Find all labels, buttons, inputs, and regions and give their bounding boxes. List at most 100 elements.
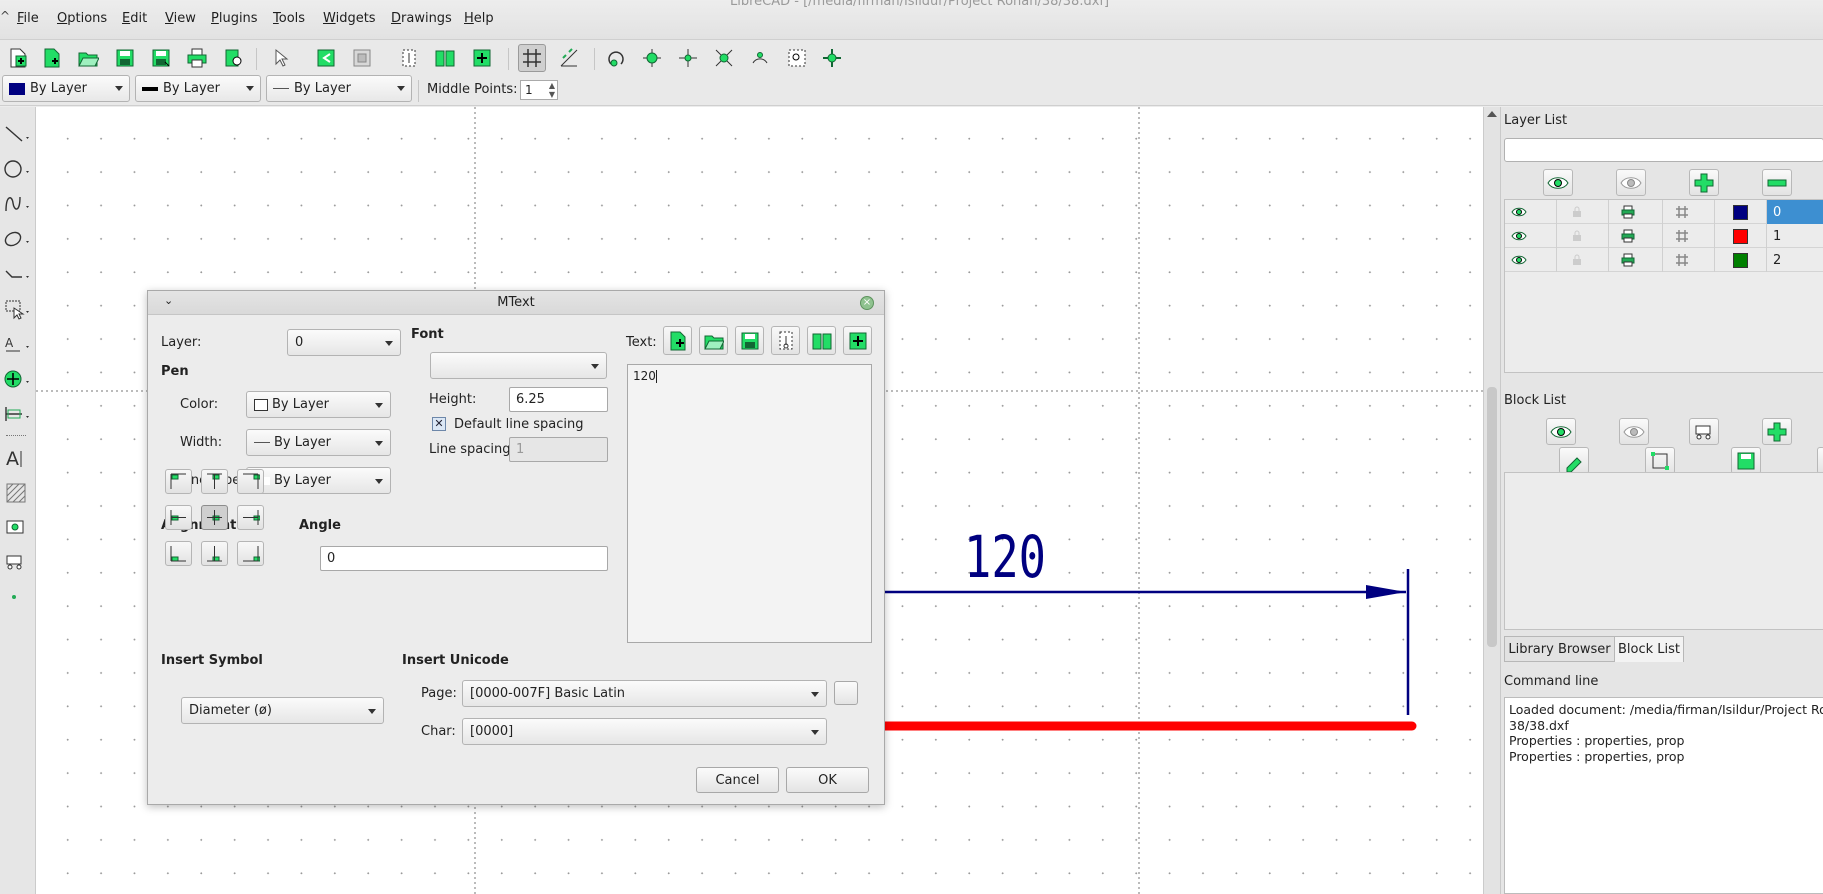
insert-char-button[interactable]	[834, 681, 858, 705]
text-editor[interactable]: 120	[627, 364, 872, 643]
show-all-layers-icon[interactable]	[1543, 169, 1573, 196]
layer-color-swatch-icon[interactable]	[1715, 200, 1767, 224]
align-top-left-icon[interactable]	[165, 469, 192, 494]
layer-visible-icon[interactable]	[1505, 248, 1557, 272]
cancel-button[interactable]: Cancel	[696, 767, 779, 793]
linetype-combo[interactable]: By Layer	[246, 467, 391, 494]
pen-linetype-combo[interactable]: By Layer	[266, 75, 412, 102]
layer-row[interactable]: 2	[1505, 248, 1823, 272]
pen-width-combo[interactable]: By Layer	[135, 75, 261, 102]
align-bottom-left-icon[interactable]	[165, 541, 192, 566]
hatch-tool-icon[interactable]	[2, 480, 32, 506]
show-all-blocks-icon[interactable]	[1546, 418, 1576, 445]
auto-zoom-icon[interactable]	[710, 44, 738, 72]
zoom-pan-icon[interactable]	[818, 44, 846, 72]
modify-tool-icon[interactable]	[2, 366, 32, 392]
scroll-up-icon[interactable]	[1487, 111, 1497, 117]
layer-lock-icon[interactable]	[1557, 200, 1609, 224]
layer-lock-icon[interactable]	[1557, 248, 1609, 272]
measure-tool-icon[interactable]	[2, 401, 32, 427]
close-icon[interactable]: ×	[860, 296, 874, 310]
menu-file[interactable]: File	[17, 11, 39, 26]
image-tool-icon[interactable]	[2, 514, 32, 540]
layer-row[interactable]: 1	[1505, 224, 1823, 248]
dimension-text-tool-icon[interactable]: A	[2, 331, 32, 357]
print-preview-icon[interactable]	[219, 44, 247, 72]
grid-toggle-icon[interactable]	[518, 44, 546, 72]
ellipse-tool-icon[interactable]	[2, 226, 32, 252]
zoom-out-icon[interactable]	[674, 44, 702, 72]
color-combo[interactable]: By Layer	[246, 391, 391, 418]
height-input[interactable]: 6.25	[509, 387, 608, 412]
previous-view-icon[interactable]	[312, 44, 340, 72]
layer-print-icon[interactable]	[1609, 248, 1663, 272]
menu-view[interactable]: View	[165, 11, 196, 26]
layer-name[interactable]: 2	[1767, 248, 1823, 272]
align-middle-center-icon[interactable]	[201, 505, 228, 530]
polyline-tool-icon[interactable]	[2, 261, 32, 287]
zoom-window-icon[interactable]	[783, 44, 811, 72]
zoom-previous-icon[interactable]	[746, 44, 774, 72]
layer-color-swatch-icon[interactable]	[1715, 248, 1767, 272]
ok-button[interactable]: OK	[786, 767, 869, 793]
middle-points-spinbox[interactable]: 1 ▲ ▼	[520, 80, 558, 100]
hide-all-layers-icon[interactable]	[1616, 169, 1646, 196]
add-block-icon[interactable]	[1762, 418, 1792, 445]
paste-text-icon[interactable]	[843, 326, 872, 355]
menu-options[interactable]: Options	[57, 11, 107, 26]
menu-plugins[interactable]: Plugins	[211, 11, 258, 26]
text-tool-icon[interactable]: A	[2, 445, 32, 471]
block-overflow-icon[interactable]	[1817, 447, 1823, 474]
symbol-combo[interactable]: Diameter (ø)	[181, 697, 384, 724]
remove-layer-icon[interactable]	[1762, 169, 1792, 196]
command-log[interactable]: Loaded document: /media/firman/Isildur/P…	[1504, 697, 1823, 894]
pen-color-combo[interactable]: By Layer	[2, 75, 130, 102]
layer-visible-icon[interactable]	[1505, 200, 1557, 224]
new-from-template-icon[interactable]	[38, 44, 66, 72]
layer-combo[interactable]: 0	[287, 329, 401, 356]
select-pointer-icon[interactable]	[266, 44, 294, 72]
unicode-char-combo[interactable]: [0000]	[462, 718, 827, 745]
create-block-icon[interactable]	[1689, 418, 1719, 445]
layer-name[interactable]: 0	[1767, 200, 1823, 224]
align-top-right-icon[interactable]	[237, 469, 264, 494]
open-file-icon[interactable]	[74, 44, 102, 72]
block-list-area[interactable]	[1504, 472, 1823, 630]
block-icon[interactable]	[348, 44, 376, 72]
align-middle-left-icon[interactable]	[165, 505, 192, 530]
print-icon[interactable]	[183, 44, 211, 72]
cut-text-icon[interactable]	[771, 326, 800, 355]
block-bounds-icon[interactable]	[1645, 447, 1675, 474]
layer-construction-icon[interactable]	[1663, 248, 1715, 272]
block-tool-icon[interactable]	[2, 549, 32, 575]
align-middle-right-icon[interactable]	[237, 505, 264, 530]
save-as-icon[interactable]	[147, 44, 175, 72]
draft-mode-icon[interactable]	[555, 44, 583, 72]
book-open-icon[interactable]	[431, 44, 459, 72]
layer-row[interactable]: 0	[1505, 200, 1823, 224]
layer-print-icon[interactable]	[1609, 224, 1663, 248]
unicode-page-combo[interactable]: [0000-007F] Basic Latin	[462, 680, 827, 707]
load-text-icon[interactable]	[699, 326, 728, 355]
menu-tools[interactable]: Tools	[273, 11, 305, 26]
hide-all-blocks-icon[interactable]	[1619, 418, 1649, 445]
copy-text-icon[interactable]	[807, 326, 836, 355]
insert-block-icon[interactable]	[395, 44, 423, 72]
menu-edit[interactable]: Edit	[122, 11, 147, 26]
align-top-center-icon[interactable]	[201, 469, 228, 494]
layer-print-icon[interactable]	[1609, 200, 1663, 224]
add-layer-icon[interactable]	[1689, 169, 1719, 196]
layer-name[interactable]: 1	[1767, 224, 1823, 248]
menu-widgets[interactable]: Widgets	[323, 11, 376, 26]
save-block-icon[interactable]	[1731, 447, 1761, 474]
layer-lock-icon[interactable]	[1557, 224, 1609, 248]
tab-library-browser[interactable]: Library Browser	[1504, 636, 1615, 662]
new-file-icon[interactable]	[4, 44, 32, 72]
layer-visible-icon[interactable]	[1505, 224, 1557, 248]
circle-tool-icon[interactable]	[2, 156, 32, 182]
select-tool-icon[interactable]	[2, 296, 32, 322]
menu-help[interactable]: Help	[464, 11, 494, 26]
layer-color-swatch-icon[interactable]	[1715, 224, 1767, 248]
point-tool-icon[interactable]	[2, 584, 32, 610]
save-text-icon[interactable]	[735, 326, 764, 355]
